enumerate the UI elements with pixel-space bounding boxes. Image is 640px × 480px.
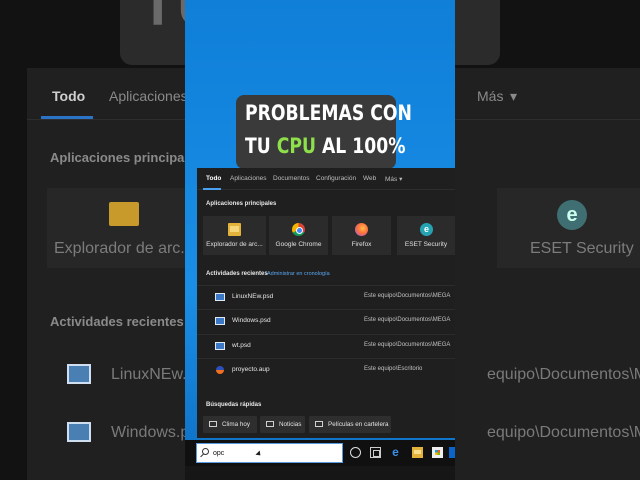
recent-item-name: Windows.psd — [232, 317, 271, 324]
overlay-line-2-prefix: TU — [245, 134, 277, 158]
news-icon — [266, 421, 274, 427]
audacity-file-icon — [216, 366, 224, 374]
app-card-label: Firefox — [351, 241, 372, 248]
taskbar: e — [185, 440, 455, 466]
background-folder-icon — [109, 202, 139, 226]
overlay-line-1: PROBLEMAS CON — [245, 101, 412, 125]
tab-documentos[interactable]: Documentos — [273, 175, 310, 182]
tab-more[interactable]: Más ▾ — [385, 175, 402, 183]
overlay-line-2: TU CPU AL 100% — [245, 134, 405, 158]
psd-file-icon — [215, 293, 225, 301]
movies-icon — [315, 421, 323, 427]
background-tab-more: Más — [477, 88, 504, 104]
background-app-label: ESET Security — [530, 240, 634, 257]
firefox-icon — [355, 223, 368, 236]
tab-configuracion[interactable]: Configuración — [316, 175, 356, 182]
store-icon[interactable] — [432, 447, 443, 458]
overlay-line-2-suffix: AL 100% — [315, 134, 406, 158]
folder-icon — [228, 223, 241, 236]
search-menu: Todo Aplicaciones Documentos Configuraci… — [197, 168, 455, 438]
app-card-label: Google Chrome — [275, 241, 322, 248]
bottom-strip — [185, 466, 455, 480]
recent-item[interactable]: proyecto.aup Este equipo\Escritorio — [197, 358, 455, 381]
recent-heading: Actividades recientes — [206, 271, 268, 277]
psd-file-icon — [215, 317, 225, 325]
tab-todo[interactable]: Todo — [206, 175, 221, 182]
video-title-overlay: PROBLEMAS CON TU CPU AL 100% — [236, 95, 412, 169]
background-more-chevron-icon: ▾ — [510, 88, 518, 104]
edge-icon[interactable]: e — [390, 446, 401, 458]
quick-search-weather[interactable]: Clima hoy — [203, 416, 257, 433]
background-app-label: Explorador de arc... — [54, 240, 194, 257]
quick-searches-heading: Búsquedas rápidas — [206, 402, 262, 408]
file-explorer-icon[interactable] — [412, 447, 423, 458]
background-row-name: Windows.p — [111, 424, 190, 441]
recent-item-path: Este equipo\Documentos\MEGA — [364, 293, 451, 299]
background-eset-icon: e — [557, 200, 587, 230]
background-file-icon — [67, 364, 91, 384]
task-view-icon[interactable] — [370, 447, 381, 458]
taskbar-search-box[interactable] — [196, 443, 343, 463]
background-row-path: equipo\Documentos\MEGA — [487, 424, 640, 441]
background-row-path: equipo\Documentos\MEGA — [487, 366, 640, 383]
app-card-firefox[interactable]: Firefox — [332, 216, 391, 255]
background-app-card: Explorador de arc... — [47, 188, 207, 268]
recent-item[interactable]: Windows.psd Este equipo\Documentos\MEGA — [197, 309, 455, 332]
app-card-chrome[interactable]: Google Chrome — [269, 216, 328, 255]
background-file-icon — [67, 422, 91, 442]
psd-file-icon — [215, 342, 225, 350]
app-card-eset[interactable]: e ESET Security — [397, 216, 455, 255]
app-card-explorer[interactable]: Explorador de arc... — [203, 216, 266, 255]
top-apps-heading: Aplicaciones principales — [206, 201, 277, 207]
recent-item[interactable]: wt.psd Este equipo\Documentos\MEGA — [197, 334, 455, 357]
quick-search-label: Películas en cartelera — [328, 421, 389, 428]
background-tab-todo: Todo — [52, 88, 86, 104]
manage-timeline-link[interactable]: Administrar en cronología — [267, 271, 330, 277]
background-tab-apps: Aplicaciones — [109, 88, 188, 104]
app-card-label: ESET Security — [404, 241, 448, 248]
cortana-icon[interactable] — [350, 447, 361, 458]
tab-aplicaciones[interactable]: Aplicaciones — [230, 175, 267, 182]
app-card-label: Explorador de arc... — [206, 241, 263, 248]
background-tab-underline — [41, 116, 93, 119]
recent-item-path: Este equipo\Escritorio — [364, 366, 423, 372]
quick-search-news[interactable]: Noticias — [260, 416, 305, 433]
background-recent-heading: Actividades recientes — [50, 314, 184, 329]
chrome-icon — [292, 223, 305, 236]
mail-icon[interactable] — [449, 447, 455, 458]
chevron-down-icon: ▾ — [399, 176, 403, 183]
active-tab-underline — [203, 188, 221, 190]
eset-icon: e — [420, 223, 433, 236]
search-input[interactable] — [213, 447, 333, 460]
background-apps-heading: Aplicaciones principal — [50, 150, 188, 165]
overlay-cpu-accent: CPU — [276, 134, 316, 158]
search-icon — [202, 448, 209, 455]
recent-item-path: Este equipo\Documentos\MEGA — [364, 317, 451, 323]
tab-web[interactable]: Web — [363, 175, 376, 182]
quick-search-label: Noticias — [279, 421, 302, 428]
recent-item-name: LinuxNEw.psd — [232, 293, 274, 300]
recent-item-path: Este equipo\Documentos\MEGA — [364, 342, 451, 348]
background-row-name: LinuxNEw.p — [111, 366, 196, 383]
recent-item-name: proyecto.aup — [232, 366, 270, 373]
background-app-card: e ESET Security — [497, 188, 640, 268]
recent-item-name: wt.psd — [232, 342, 251, 349]
search-tabs: Todo Aplicaciones Documentos Configuraci… — [197, 168, 455, 190]
weather-icon — [209, 421, 217, 427]
quick-search-label: Clima hoy — [222, 421, 250, 428]
quick-search-movies[interactable]: Películas en cartelera — [309, 416, 391, 433]
tab-more-label: Más — [385, 176, 398, 183]
recent-item[interactable]: LinuxNEw.psd Este equipo\Documentos\MEGA — [197, 285, 455, 308]
